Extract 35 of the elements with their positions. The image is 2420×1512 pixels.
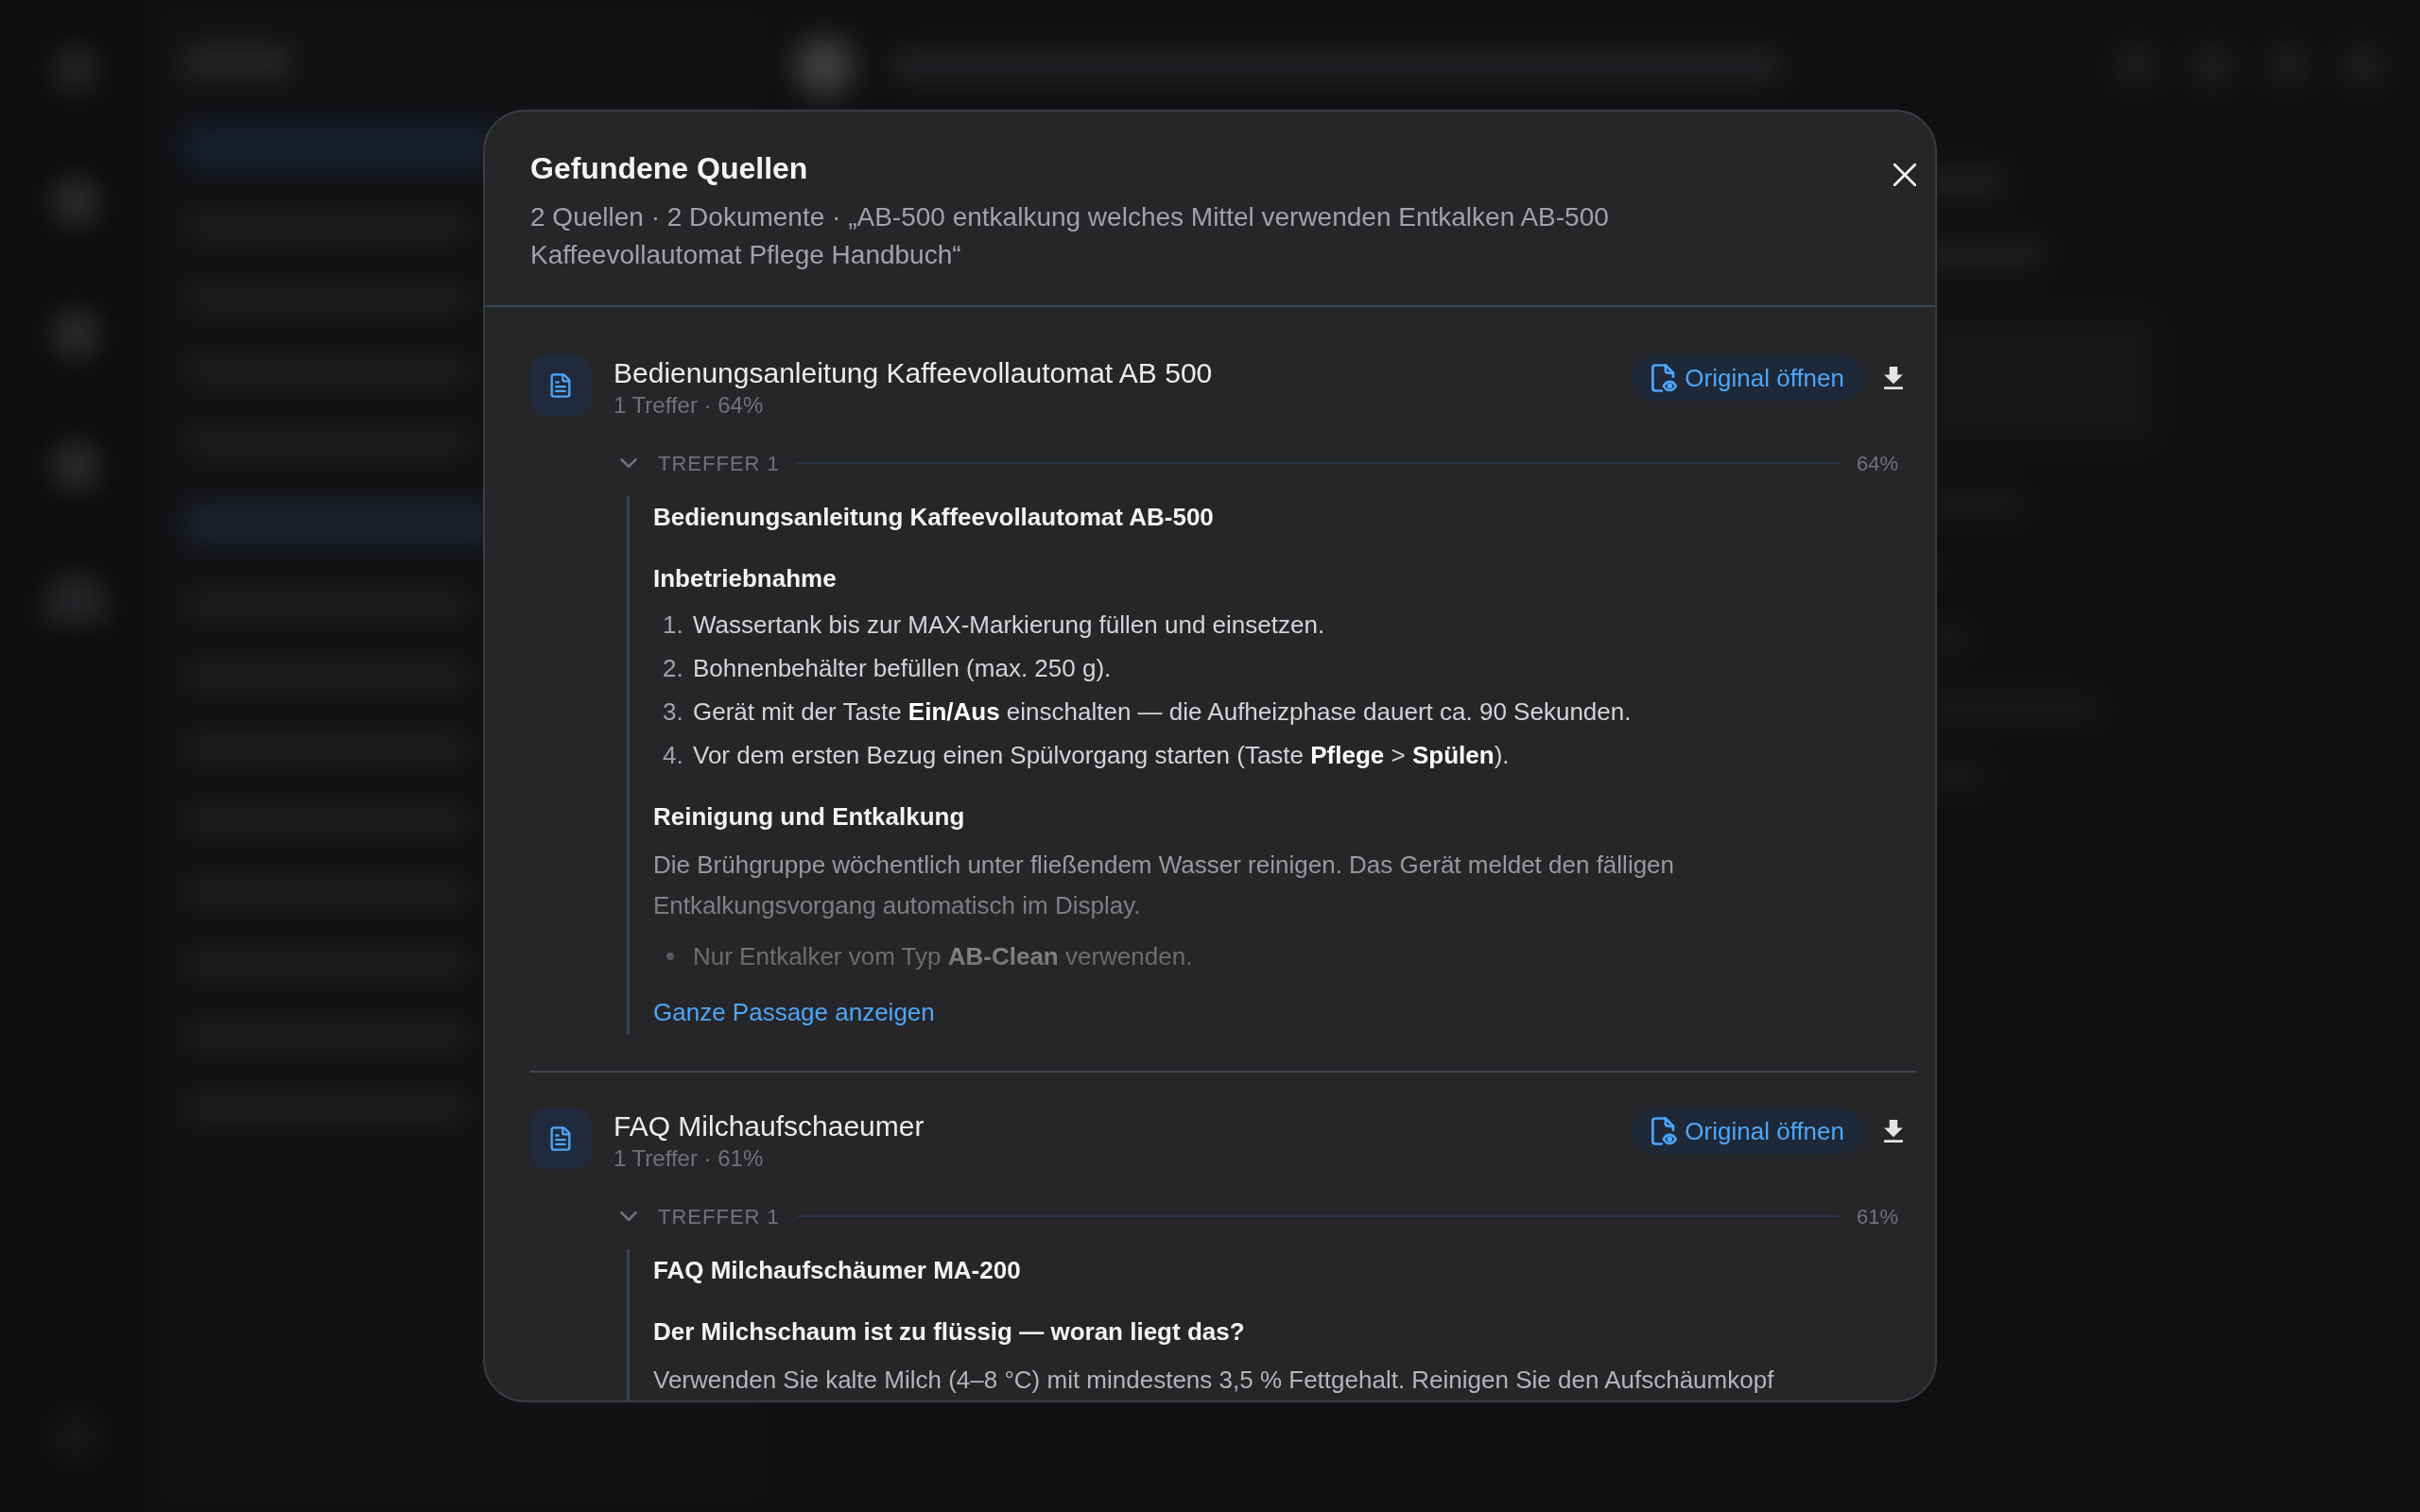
document-title: FAQ Milchaufschaeumer bbox=[614, 1109, 925, 1143]
document-meta: 1 Treffer · 61% bbox=[614, 1144, 765, 1173]
passage-subheading: Reinigung und Entkalkung bbox=[653, 801, 966, 833]
download-button[interactable] bbox=[1884, 367, 1903, 389]
file-eye-icon bbox=[1651, 364, 1678, 392]
document-icon bbox=[530, 1108, 591, 1169]
passage-heading: FAQ Milchaufschäumer MA-200 bbox=[653, 1255, 1022, 1286]
hit-score: 64% bbox=[1856, 450, 1898, 477]
download-icon bbox=[1884, 1120, 1903, 1143]
passage-paragraph: Verwenden Sie kalte Milch (4–8 °C) mit mindestens 3,5 % Fettgehalt. Reinigen Sie den Aufschäumkopf bbox=[653, 1365, 1775, 1396]
document-icon bbox=[530, 355, 591, 416]
list-item: 4. Vor dem ersten Bezug einen Spülvorgang starten (Taste Pflege > Spülen). bbox=[662, 740, 1511, 771]
passage-subheading: Inbetriebnahme bbox=[653, 563, 838, 594]
passage-subheading: Der Milchschaum ist zu flüssig — woran liegt das? bbox=[653, 1316, 1246, 1348]
hit-toggle[interactable]: TREFFER 1 bbox=[620, 1200, 780, 1232]
download-button[interactable] bbox=[1884, 1120, 1903, 1143]
passage-heading: Bedienungsanleitung Kaffeevollautomat AB-500 bbox=[653, 502, 1215, 533]
download-icon bbox=[1884, 367, 1903, 389]
file-eye-icon bbox=[1651, 1117, 1678, 1145]
dialog-summary: 2 Quellen · 2 Dokumente · „AB-500 entkalkung welches Mittel verwenden Entkalken AB-500 Kaffeevollautomat Pflege Handbuch“ bbox=[530, 201, 1610, 271]
show-passage-link[interactable]: Ganze Passage anzeigen bbox=[653, 995, 935, 1029]
open-original-button[interactable]: Original öffnen bbox=[1633, 1108, 1863, 1154]
passage-paragraph: Die Brühgruppe wöchentlich unter fließendem Wasser reinigen. Das Gerät meldet den fälligen Entkalkungsvorgang automatisch im Display. bbox=[653, 850, 1676, 921]
document-title: Bedienungsanleitung Kaffeevollautomat AB 500 bbox=[614, 356, 1213, 390]
list-item: 3. Gerät mit der Taste Ein/Aus einschalten — die Aufheizphase dauert ca. 90 Sekunden. bbox=[662, 696, 1633, 728]
open-original-button[interactable]: Original öffnen bbox=[1633, 355, 1863, 401]
dialog-title: Gefundene Quellen bbox=[530, 150, 809, 187]
list-item: 1. Wassertank bis zur MAX-Markierung füllen und einsetzen. bbox=[662, 610, 1326, 641]
document-meta: 1 Treffer · 64% bbox=[614, 391, 765, 420]
list-item: 2. Bohnenbehälter befüllen (max. 250 g). bbox=[662, 653, 1113, 684]
list-item: Nur Entkalker vom Typ AB-Clean verwenden. bbox=[693, 941, 1193, 972]
hit-toggle[interactable]: TREFFER 1 bbox=[620, 447, 780, 479]
bullet-icon bbox=[666, 953, 674, 960]
hit-score: 61% bbox=[1856, 1203, 1898, 1230]
close-icon bbox=[1893, 163, 1916, 186]
